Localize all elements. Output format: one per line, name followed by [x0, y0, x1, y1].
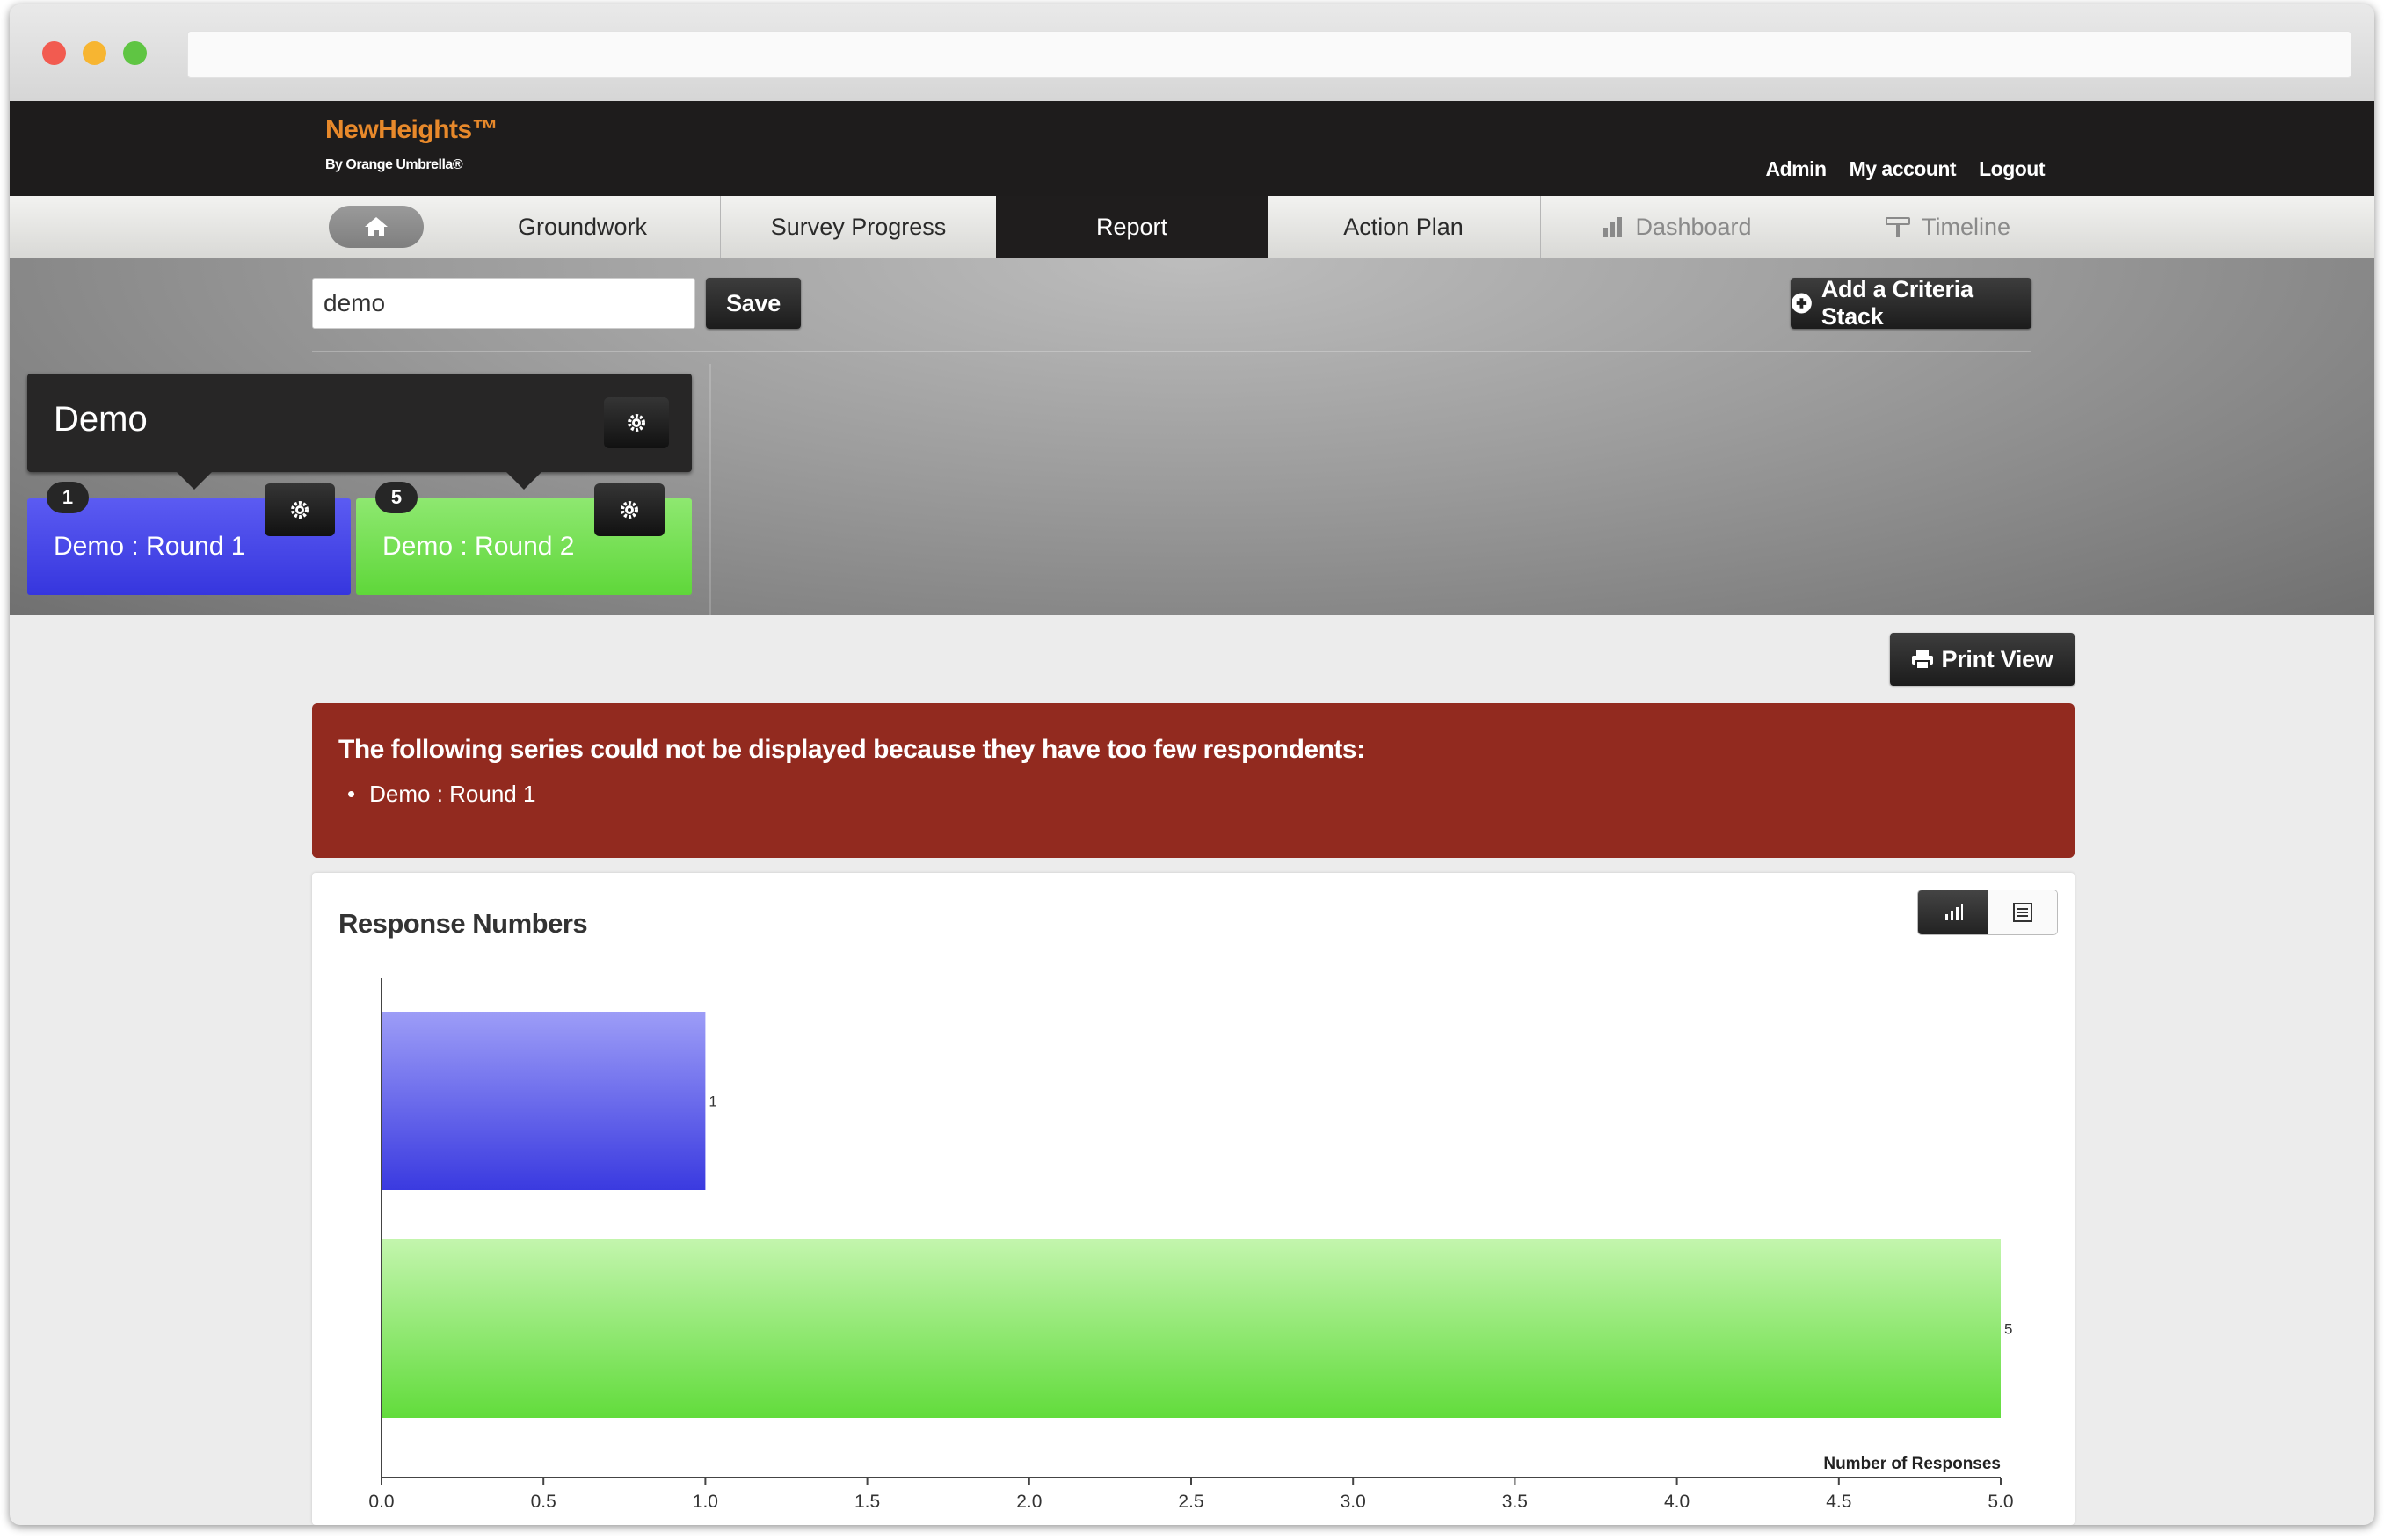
response-numbers-chart: 1 5 0.0 0.5 1.0 1.5 2.0 2.5 3.0 3.5 4.0 4.5 5.0 Numbe…: [368, 978, 2014, 1512]
main-nav: Groundwork Survey Progress Report Action…: [10, 196, 2374, 258]
response-numbers-card: Response Numbers 1 5 0.0 0.5 1.0 1.5 2.0 2.5 3.0…: [312, 873, 2075, 1525]
address-bar[interactable]: [187, 31, 2351, 78]
divider: [312, 351, 2031, 352]
browser-titlebar: [10, 4, 2374, 101]
tab-label: Timeline: [1921, 213, 2011, 240]
tab-survey-progress[interactable]: Survey Progress: [720, 196, 996, 258]
x-tick-label: 3.0: [1341, 1492, 1366, 1512]
alert-list-item: Demo : Round 1: [347, 781, 535, 808]
signpost-icon: [1885, 215, 1911, 238]
x-tick-label: 2.0: [1016, 1492, 1042, 1512]
alert-title: The following series could not be displa…: [338, 735, 1365, 764]
divider: [709, 364, 711, 615]
series-settings-button[interactable]: [594, 483, 665, 536]
stack-settings-button[interactable]: [604, 397, 669, 448]
tab-report[interactable]: Report: [996, 196, 1268, 258]
bar-chart-icon: [1602, 215, 1624, 238]
app-header: NewHeights™ By Orange Umbrella® Admin My…: [10, 101, 2374, 196]
tab-label: Report: [1095, 213, 1168, 240]
tab-groundwork[interactable]: Groundwork: [445, 196, 720, 258]
gear-icon: [628, 414, 645, 432]
x-tick-label: 0.0: [368, 1492, 394, 1512]
close-window-button[interactable]: [42, 41, 66, 65]
logout-link[interactable]: Logout: [1979, 157, 2045, 181]
my-account-link[interactable]: My account: [1850, 157, 1957, 181]
stack-title: Demo: [54, 400, 148, 439]
x-tick-label: 2.5: [1178, 1492, 1203, 1512]
print-view-button[interactable]: Print View: [1890, 633, 2075, 686]
x-tick-label: 5.0: [1988, 1492, 2013, 1512]
minimize-window-button[interactable]: [83, 41, 106, 65]
gear-icon: [291, 501, 309, 519]
brand-logo[interactable]: NewHeights™: [325, 115, 498, 145]
add-criteria-stack-button[interactable]: Add a Criteria Stack: [1791, 276, 2031, 330]
series-settings-button[interactable]: [265, 483, 335, 536]
tab-label: Survey Progress: [770, 213, 947, 240]
user-links: Admin My account Logout: [1766, 157, 2046, 181]
x-tick-label: 3.5: [1502, 1492, 1528, 1512]
home-icon: [365, 217, 388, 236]
bar: [382, 1012, 706, 1190]
x-tick-label: 4.5: [1826, 1492, 1851, 1512]
respondent-count-badge: 5: [375, 482, 418, 513]
add-criteria-stack-label: Add a Criteria Stack: [1821, 276, 1973, 330]
admin-link[interactable]: Admin: [1766, 157, 1828, 181]
print-view-label: Print View: [1941, 645, 2053, 672]
criteria-stack[interactable]: Demo: [27, 374, 692, 472]
stack-caret: [177, 472, 212, 490]
tab-dashboard[interactable]: Dashboard: [1540, 196, 1813, 258]
series-label: Demo : Round 2: [382, 532, 575, 561]
save-button[interactable]: Save: [706, 278, 801, 329]
tab-label: Dashboard: [1635, 213, 1752, 240]
home-button[interactable]: [329, 206, 424, 248]
x-tick-label: 1.0: [693, 1492, 718, 1512]
tab-label: Action Plan: [1343, 213, 1464, 240]
x-tick-label: 1.5: [854, 1492, 880, 1512]
series-label: Demo : Round 1: [54, 532, 246, 561]
bar-value-label: 1: [709, 1093, 716, 1110]
criteria-panel: Save Add a Criteria Stack Demo Demo : Ro…: [10, 258, 2374, 615]
alert-list: Demo : Round 1: [347, 781, 535, 808]
plus-circle-icon: [1791, 293, 1812, 314]
tab-timeline[interactable]: Timeline: [1812, 196, 2083, 258]
bar: [382, 1239, 2001, 1418]
bar-value-label: 5: [2004, 1321, 2012, 1338]
browser-window: NewHeights™ By Orange Umbrella® Admin My…: [10, 4, 2374, 1525]
gear-icon: [621, 501, 638, 519]
printer-icon: [1912, 650, 1934, 670]
error-alert: The following series could not be displa…: [312, 703, 2075, 858]
maximize-window-button[interactable]: [123, 41, 147, 65]
report-name-input[interactable]: [312, 278, 695, 329]
brand-tagline: By Orange Umbrella®: [325, 157, 463, 172]
x-axis-label: Number of Responses: [1823, 1455, 2001, 1473]
x-tick-label: 4.0: [1664, 1492, 1690, 1512]
stack-caret: [506, 472, 541, 490]
x-tick-label: 0.5: [531, 1492, 556, 1512]
tab-action-plan[interactable]: Action Plan: [1268, 196, 1539, 258]
tab-label: Groundwork: [517, 213, 648, 240]
respondent-count-badge: 1: [47, 482, 89, 513]
